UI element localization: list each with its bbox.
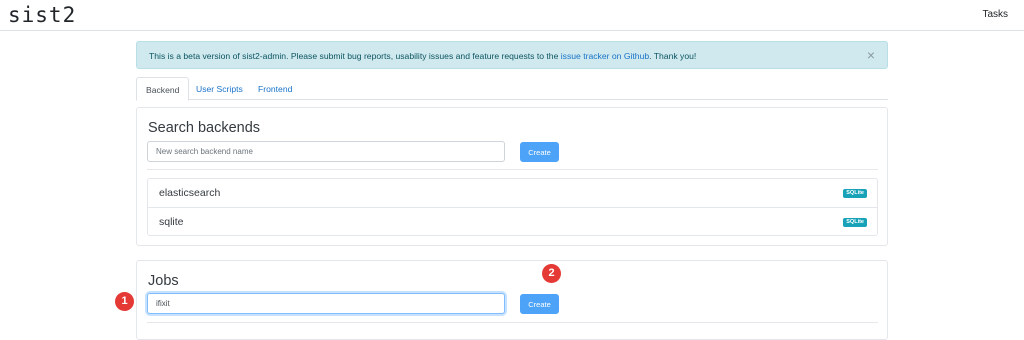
beta-alert: This is a beta version of sist2-admin. P… — [136, 41, 888, 69]
tab-frontend[interactable]: Frontend — [249, 77, 301, 100]
navbar: sist2 Tasks — [0, 0, 1024, 31]
close-icon[interactable]: × — [867, 48, 875, 62]
tab-backend[interactable]: Backend — [136, 77, 190, 101]
create-backend-button[interactable]: Create — [520, 142, 559, 162]
jobs-title: Jobs — [148, 273, 179, 289]
search-backends-card: Search backends Create elasticsearch SQL… — [136, 107, 888, 246]
alert-text-before: This is a beta version of sist2-admin. P… — [149, 51, 561, 61]
new-job-name-input[interactable] — [147, 293, 505, 314]
search-backends-title: Search backends — [148, 120, 261, 136]
brand-logo[interactable]: sist2 — [8, 3, 76, 27]
jobs-card: Jobs Create — [136, 260, 888, 340]
backend-list: elasticsearch SQLite sqlite SQLite — [147, 178, 878, 236]
card-divider — [147, 169, 878, 170]
nav-tasks-link[interactable]: Tasks — [982, 9, 1008, 20]
annotation-marker-1: 1 — [115, 292, 134, 311]
tab-user-scripts[interactable]: User Scripts — [187, 77, 252, 100]
card-divider — [147, 322, 878, 323]
list-item[interactable]: elasticsearch SQLite — [148, 179, 877, 207]
backend-name: sqlite — [159, 216, 184, 228]
new-backend-name-input[interactable] — [147, 141, 505, 162]
backend-name: elasticsearch — [159, 187, 221, 199]
issue-tracker-link[interactable]: issue tracker on Github — [561, 51, 649, 61]
status-badge: SQLite — [843, 189, 867, 198]
annotation-marker-2: 2 — [542, 264, 561, 283]
create-job-button[interactable]: Create — [520, 294, 559, 314]
status-badge: SQLite — [843, 218, 867, 227]
list-item[interactable]: sqlite SQLite — [148, 207, 877, 235]
alert-text-after: . Thank you! — [649, 51, 697, 61]
tab-bar: Backend User Scripts Frontend — [136, 77, 888, 101]
